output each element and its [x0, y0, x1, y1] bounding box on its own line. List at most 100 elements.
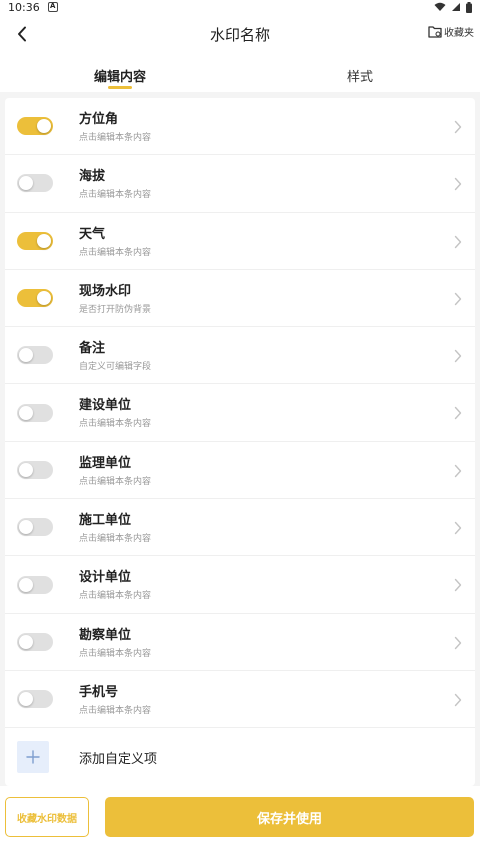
chevron-right-icon [454, 349, 462, 363]
list-item[interactable]: 施工单位点击编辑本条内容 [5, 499, 475, 557]
list-item[interactable]: 天气点击编辑本条内容 [5, 213, 475, 270]
toggle-switch[interactable] [17, 460, 53, 479]
chevron-right-icon [454, 120, 462, 134]
item-text: 方位角点击编辑本条内容 [79, 112, 151, 143]
toggle-switch[interactable] [17, 690, 53, 709]
watermark-items-list: 方位角 点击编辑本条内容 海拔 点击编辑本条内容 天气 点击编辑本条内容 现场水印 是否打开防… [5, 98, 475, 786]
item-subtitle: 点击编辑本条内容 [79, 190, 152, 201]
item-title: 建设单位 [79, 398, 132, 414]
item-text: 天气点击编辑本条内容 [79, 227, 151, 258]
list-item[interactable]: 备注自定义可编辑字段 [5, 327, 475, 385]
toggle-knob [19, 405, 33, 420]
item-text: 监理单位点击编辑本条内容 [79, 456, 151, 487]
item-subtitle: 点击编辑本条内容 [79, 534, 152, 545]
list-item[interactable]: 建设单位点击编辑本条内容 [5, 384, 475, 442]
chevron-right-icon [454, 693, 462, 707]
item-text: 设计单位点击编辑本条内容 [79, 570, 151, 601]
item-text: 手机号点击编辑本条内容 [79, 685, 151, 716]
toggle-knob [19, 520, 33, 535]
item-subtitle: 点击编辑本条内容 [79, 476, 152, 487]
item-title: 天气 [79, 226, 106, 242]
item-subtitle: 点击编辑本条内容 [79, 591, 152, 602]
item-title: 手机号 [79, 684, 119, 700]
item-text: 海拔点击编辑本条内容 [79, 169, 151, 200]
toggle-switch[interactable] [17, 346, 53, 365]
item-text: 施工单位点击编辑本条内容 [79, 513, 151, 544]
chevron-right-icon [454, 636, 462, 649]
item-subtitle: 自定义可编辑字段 [79, 362, 152, 373]
list-item[interactable]: 监理单位点击编辑本条内容 [5, 442, 475, 500]
toggle-knob [19, 577, 33, 592]
signal-icon [452, 3, 460, 11]
toggle-knob [19, 348, 33, 363]
notification-icon: A [47, 2, 58, 12]
chevron-right-icon [454, 579, 462, 592]
toggle-switch[interactable] [17, 289, 53, 308]
chevron-right-icon [454, 235, 462, 248]
item-subtitle: 点击编辑本条内容 [79, 419, 152, 430]
item-subtitle: 点击编辑本条内容 [79, 705, 152, 716]
status-time: 10:36 [8, 0, 40, 14]
list-item[interactable]: 现场水印是否打开防伪背景 [5, 270, 475, 328]
save-and-use-button[interactable]: 保存并使用 [105, 797, 474, 837]
toggle-switch[interactable] [17, 231, 53, 250]
chevron-right-icon [454, 407, 462, 420]
toggle-knob [37, 119, 51, 134]
item-text: 备注自定义可编辑字段 [79, 341, 151, 372]
item-title: 设计单位 [79, 570, 132, 586]
item-subtitle: 点击编辑本条内容 [79, 247, 152, 258]
status-bar: 10:36 A [0, 0, 480, 14]
item-title: 现场水印 [79, 283, 132, 299]
toggle-switch[interactable] [17, 632, 53, 651]
list-item[interactable]: 勘察单位点击编辑本条内容 [5, 614, 475, 671]
item-subtitle: 是否打开防伪背景 [79, 304, 152, 315]
item-title: 监理单位 [79, 455, 132, 471]
item-title: 海拔 [79, 169, 106, 185]
toggle-switch[interactable] [17, 117, 53, 136]
toggle-switch[interactable] [17, 174, 53, 193]
plus-icon [17, 741, 49, 774]
toggle-knob [37, 233, 51, 248]
tab-bar: 编辑内容 样式 [0, 54, 480, 92]
item-title: 备注 [79, 341, 106, 357]
item-text: 建设单位点击编辑本条内容 [79, 398, 151, 429]
battery-icon [466, 1, 472, 13]
add-custom-item-button[interactable]: 添加自定义项 [5, 728, 475, 784]
tab-style[interactable]: 样式 [240, 54, 480, 92]
favorites-button[interactable]: 收藏夹 [428, 24, 474, 39]
toggle-switch[interactable] [17, 403, 53, 422]
collect-watermark-button[interactable]: 收藏水印数据 [5, 797, 89, 837]
toggle-switch[interactable] [17, 518, 53, 537]
chevron-left-icon [18, 26, 26, 42]
chevron-right-icon [454, 464, 462, 477]
toggle-knob [19, 692, 33, 707]
item-title: 勘察单位 [79, 627, 132, 643]
chevron-right-icon [454, 521, 462, 535]
item-title: 方位角 [79, 112, 119, 127]
page-title: 水印名称 [209, 25, 270, 44]
wifi-icon [434, 2, 446, 11]
toggle-knob [19, 462, 33, 477]
item-subtitle: 点击编辑本条内容 [79, 648, 152, 659]
list-item[interactable]: 方位角点击编辑本条内容 [5, 98, 475, 156]
chevron-right-icon [454, 178, 462, 191]
tab-edit-content[interactable]: 编辑内容 [0, 54, 240, 92]
bottom-bar: 收藏水印数据 保存并使用 [0, 786, 480, 857]
add-custom-item-label: 添加自定义项 [79, 752, 158, 768]
toggle-switch[interactable] [17, 575, 53, 594]
item-subtitle: 点击编辑本条内容 [79, 133, 152, 143]
toggle-knob [19, 634, 33, 649]
chevron-right-icon [454, 292, 462, 306]
list-item[interactable]: 设计单位点击编辑本条内容 [5, 556, 475, 614]
app-header: 水印名称 收藏夹 [0, 14, 480, 54]
item-text: 勘察单位点击编辑本条内容 [79, 628, 151, 659]
back-button[interactable] [12, 24, 32, 44]
folder-icon [428, 26, 442, 38]
toggle-knob [19, 176, 33, 191]
toggle-knob [37, 291, 51, 306]
list-item[interactable]: 海拔点击编辑本条内容 [5, 155, 475, 213]
favorites-label: 收藏夹 [444, 28, 474, 39]
list-item[interactable]: 手机号点击编辑本条内容 [5, 671, 475, 729]
status-icons [434, 1, 472, 13]
item-title: 施工单位 [79, 513, 132, 529]
